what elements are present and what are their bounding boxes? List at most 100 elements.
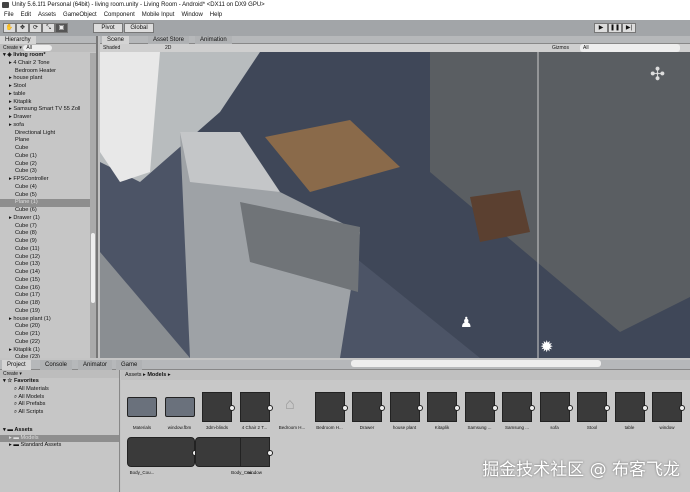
hierarchy-item[interactable]: Directional Light [0, 130, 96, 138]
menu-component[interactable]: Component [104, 10, 135, 20]
hierarchy-item[interactable]: Cube (12) [0, 254, 96, 262]
hierarchy-item[interactable]: Cube (3) [0, 168, 96, 176]
hierarchy-item[interactable]: Plane [0, 137, 96, 145]
folder-icon[interactable] [127, 397, 157, 417]
hierarchy-item[interactable]: ▸ house plant [0, 75, 96, 83]
asset-thumbnail[interactable] [389, 392, 423, 422]
hierarchy-item[interactable]: Cube (6) [0, 207, 96, 215]
hierarchy-item[interactable]: Cube (15) [0, 277, 96, 285]
expand-dot-icon[interactable] [641, 405, 648, 411]
asset-thumbnail[interactable] [239, 392, 273, 422]
hierarchy-item[interactable]: Cube (13) [0, 261, 96, 269]
shading-dropdown[interactable]: Shaded [103, 44, 120, 52]
rotate-tool-icon[interactable]: ⟳ [29, 23, 42, 33]
expand-dot-icon[interactable] [679, 405, 685, 411]
tab-animation[interactable]: Animation [195, 36, 232, 44]
hierarchy-item[interactable]: Cube (22) [0, 339, 96, 347]
hierarchy-item[interactable]: Cube (20) [0, 323, 96, 331]
move-tool-icon[interactable]: ✥ [16, 23, 29, 33]
expand-dot-icon[interactable] [491, 405, 498, 411]
gizmos-dropdown[interactable]: Gizmos [552, 44, 569, 52]
hierarchy-item[interactable]: Cube (11) [0, 246, 96, 254]
folder-icon[interactable] [164, 397, 195, 417]
expand-dot-icon[interactable] [604, 405, 610, 411]
tab-game[interactable]: Game [116, 360, 143, 370]
hierarchy-item[interactable]: Cube (7) [0, 223, 96, 231]
hierarchy-item[interactable]: Cube (21) [0, 331, 96, 339]
asset-search-input[interactable] [351, 360, 601, 367]
scene-view[interactable]: Scene Asset Store Animation Shaded 2D Gi… [100, 36, 690, 358]
rect-tool-icon[interactable]: ▣ [55, 23, 68, 33]
scene-render[interactable]: ♟ ✹ ✣ [100, 52, 690, 358]
tab-hierarchy[interactable]: Hierarchy [0, 36, 36, 44]
tab-scene[interactable]: Scene [102, 36, 130, 44]
hierarchy-item[interactable]: Cube (4) [0, 184, 96, 192]
hierarchy-item[interactable]: ▸ Drawer [0, 114, 96, 122]
hierarchy-search-input[interactable]: All [23, 45, 52, 51]
hierarchy-item[interactable]: ▸ 4 Chair 2 Tone [0, 60, 96, 68]
expand-dot-icon[interactable] [529, 405, 535, 411]
scale-tool-icon[interactable]: ⤡ [42, 23, 55, 33]
asset-thumbnail[interactable]: ⌂ [277, 392, 307, 422]
menu-file[interactable]: File [4, 10, 14, 20]
expand-dot-icon[interactable] [341, 405, 348, 411]
hierarchy-item[interactable]: ▸ Kitaplik [0, 99, 96, 107]
step-button[interactable]: ▶| [622, 23, 636, 33]
favorite-item[interactable]: ⌕ All Scripts [0, 409, 119, 417]
global-button[interactable]: Global [124, 23, 154, 33]
tab-console[interactable]: Console [40, 360, 73, 370]
menu-assets[interactable]: Assets [38, 10, 56, 20]
hierarchy-item[interactable]: ▸ house plant (1) [0, 316, 96, 324]
2d-toggle[interactable]: 2D [165, 44, 171, 52]
asset-thumbnail[interactable] [314, 392, 348, 422]
scene-gizmo-icon[interactable]: ✣ [650, 64, 665, 84]
hand-tool-icon[interactable]: ✋ [3, 23, 16, 33]
asset-thumbnail[interactable] [427, 392, 460, 422]
menu-gameobject[interactable]: GameObject [63, 10, 97, 20]
hierarchy-item[interactable]: Cube (2) [0, 161, 96, 169]
expand-dot-icon[interactable] [416, 405, 423, 411]
expand-dot-icon[interactable] [229, 405, 235, 411]
hierarchy-item[interactable]: Cube (8) [0, 230, 96, 238]
expand-dot-icon[interactable] [266, 450, 273, 456]
hierarchy-item[interactable]: Cube (5) [0, 192, 96, 200]
hierarchy-item[interactable]: Cube (19) [0, 308, 96, 316]
asset-thumbnail[interactable] [614, 392, 648, 422]
hierarchy-item[interactable]: Plane (1) [0, 199, 96, 207]
favorite-item[interactable]: ⌕ All Models [0, 394, 119, 402]
tab-asset-store[interactable]: Asset Store [148, 36, 190, 44]
expand-dot-icon[interactable] [379, 405, 385, 411]
hierarchy-item[interactable]: ▸ Drawer (1) [0, 215, 96, 223]
asset-folder[interactable]: ▸ ▬ Models [0, 434, 119, 443]
asset-thumbnail[interactable] [539, 392, 573, 422]
pause-button[interactable]: ❚❚ [608, 23, 622, 33]
play-button[interactable]: ▶ [594, 23, 608, 33]
asset-thumbnail[interactable] [652, 392, 685, 422]
hierarchy-item[interactable]: Cube (17) [0, 292, 96, 300]
asset-folder[interactable]: ▸ ▬ Standard Assets [0, 442, 119, 450]
asset-thumbnail[interactable] [464, 392, 498, 422]
hierarchy-item[interactable]: ▸ FPSController [0, 176, 96, 184]
hierarchy-item[interactable]: ▸ Kitaplik (1) [0, 347, 96, 355]
hierarchy-item[interactable]: Cube [0, 145, 96, 153]
hierarchy-item[interactable]: Bedroom Heater [0, 68, 96, 76]
tab-project[interactable]: Project [2, 360, 31, 370]
create-dropdown[interactable]: Create [3, 45, 18, 51]
breadcrumb-assets[interactable]: Assets [125, 372, 142, 378]
favorites-header[interactable]: ▾ ☆ Favorites [0, 378, 119, 386]
hierarchy-item[interactable]: ▸ table [0, 91, 96, 99]
hierarchy-item[interactable]: Cube (18) [0, 300, 96, 308]
pivot-button[interactable]: Pivot [93, 23, 123, 33]
asset-thumbnail[interactable] [127, 437, 198, 467]
favorite-item[interactable]: ⌕ All Prefabs [0, 401, 119, 409]
project-create-dropdown[interactable]: Create ▾ [0, 370, 119, 378]
hierarchy-item[interactable]: ▸ sofa [0, 122, 96, 130]
expand-dot-icon[interactable] [566, 405, 573, 411]
menu-mobile-input[interactable]: Mobile Input [142, 10, 175, 20]
asset-thumbnail[interactable] [502, 392, 535, 422]
hierarchy-item[interactable]: Cube (9) [0, 238, 96, 246]
breadcrumb-models[interactable]: Models [147, 372, 166, 378]
hierarchy-item[interactable]: ▸ Stool [0, 83, 96, 91]
favorite-item[interactable]: ⌕ All Materials [0, 386, 119, 394]
asset-thumbnail[interactable] [577, 392, 610, 422]
